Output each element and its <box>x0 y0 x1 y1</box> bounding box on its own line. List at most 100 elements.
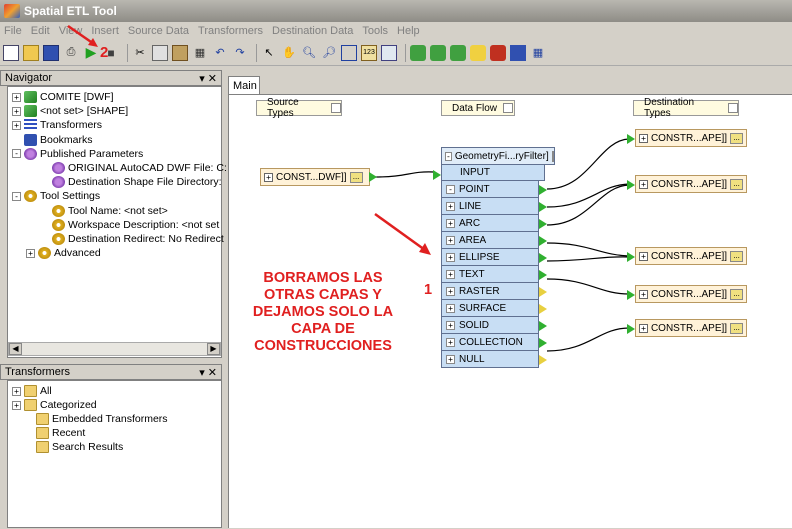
select-icon[interactable]: ↖ <box>261 45 277 61</box>
undo-icon[interactable]: ↶ <box>212 45 228 61</box>
expand-toggle-icon[interactable]: - <box>12 149 21 159</box>
add-reader-icon[interactable] <box>410 44 426 61</box>
bookmark-icon[interactable] <box>510 44 526 61</box>
properties-button[interactable]: ... <box>730 288 743 300</box>
menu-edit[interactable]: Edit <box>31 25 50 37</box>
output-port-icon[interactable] <box>539 270 547 280</box>
transformer-output-port[interactable]: + AREA <box>441 232 539 249</box>
expand-toggle-icon[interactable]: + <box>12 386 21 396</box>
transformers-item[interactable]: Embedded Transformers <box>8 412 168 426</box>
input-port-icon[interactable] <box>627 134 635 144</box>
expand-toggle-icon[interactable]: + <box>12 120 21 130</box>
layout-icon[interactable] <box>381 44 397 61</box>
save-icon[interactable] <box>43 44 59 61</box>
destination-feature-type[interactable]: + CONSTR...APE]]... <box>635 319 747 337</box>
expand-toggle-icon[interactable]: + <box>446 320 455 330</box>
navigator-item[interactable]: Tool Name: <not set> <box>8 204 168 218</box>
navigator-item[interactable]: + COMITE [DWF] <box>8 90 114 104</box>
transformer-icon[interactable] <box>490 44 506 61</box>
copy-icon[interactable] <box>152 44 168 61</box>
navigator-item[interactable]: Destination Shape File Directory: <box>8 175 222 189</box>
input-port-icon[interactable] <box>627 324 635 334</box>
menu-destination-data[interactable]: Destination Data <box>272 25 353 37</box>
transformers-item[interactable]: + Categorized <box>8 398 97 412</box>
input-port-icon[interactable] <box>627 252 635 262</box>
input-port-icon[interactable] <box>433 170 441 180</box>
menu-help[interactable]: Help <box>397 25 420 37</box>
menu-source-data[interactable]: Source Data <box>128 25 189 37</box>
zoom-in-icon[interactable]: 🔍︎ <box>301 45 317 61</box>
navigator-item[interactable]: + <not set> [SHAPE] <box>8 104 128 118</box>
collapse-button[interactable]: - <box>445 151 452 161</box>
menu-transformers[interactable]: Transformers <box>198 25 263 37</box>
expand-toggle-icon[interactable]: + <box>446 354 455 364</box>
transformers-item[interactable]: + All <box>8 384 52 398</box>
destination-feature-type[interactable]: + CONSTR...APE]]... <box>635 129 747 147</box>
navigator-item[interactable]: - Published Parameters <box>8 147 143 161</box>
transformers-item[interactable]: Recent <box>8 426 85 440</box>
redo-icon[interactable]: ↷ <box>232 45 248 61</box>
delete-icon[interactable]: ▦ <box>192 45 208 61</box>
navigator-item[interactable]: + Transformers <box>8 118 102 132</box>
output-port-icon[interactable] <box>539 287 547 297</box>
output-port-icon[interactable] <box>369 172 377 182</box>
add-writer-icon[interactable] <box>430 44 446 61</box>
expand-toggle-icon[interactable]: + <box>12 106 21 116</box>
grid-icon[interactable]: ▦ <box>530 45 546 61</box>
input-port-icon[interactable] <box>627 180 635 190</box>
transformer-output-port[interactable]: + SOLID <box>441 317 539 334</box>
transformer-properties-icon[interactable] <box>551 150 554 162</box>
scroll-left-button[interactable]: ◀ <box>9 343 22 355</box>
geometry-filter-transformer[interactable]: - GeometryFi...ryFilter] INPUT - POINT + LI… <box>441 147 555 368</box>
expand-toggle-icon[interactable]: + <box>12 400 21 410</box>
output-port-icon[interactable] <box>539 338 547 348</box>
transformer-output-port[interactable]: - POINT <box>441 181 539 198</box>
transformers-close-button[interactable]: ▾ ✕ <box>199 366 217 379</box>
scroll-right-button[interactable]: ▶ <box>207 343 220 355</box>
navigator-item[interactable]: - Tool Settings <box>8 189 100 203</box>
transformer-output-port[interactable]: + SURFACE <box>441 300 539 317</box>
properties-button[interactable]: ... <box>349 171 363 183</box>
zoom-extents-icon[interactable] <box>341 44 357 61</box>
transformer-output-port[interactable]: + ARC <box>441 215 539 232</box>
output-port-icon[interactable] <box>539 321 547 331</box>
expand-toggle-icon[interactable]: + <box>446 337 455 347</box>
expand-toggle-icon[interactable]: + <box>26 248 35 258</box>
destination-feature-type[interactable]: + CONSTR...APE]]... <box>635 285 747 303</box>
navigator-scrollbar[interactable]: ◀ ▶ <box>8 342 221 356</box>
expand-toggle-icon[interactable]: + <box>446 286 455 296</box>
expand-button[interactable]: + <box>264 172 273 182</box>
navigator-item[interactable]: Workspace Description: <not set <box>8 218 219 232</box>
expand-toggle-icon[interactable]: + <box>446 235 455 245</box>
new-icon[interactable] <box>3 44 19 61</box>
expand-button[interactable]: + <box>639 323 648 333</box>
add-feature-type-icon[interactable] <box>450 44 466 61</box>
expand-toggle-icon[interactable]: + <box>446 218 455 228</box>
destination-feature-type[interactable]: + CONSTR...APE]]... <box>635 247 747 265</box>
transformer-output-port[interactable]: + LINE <box>441 198 539 215</box>
expand-toggle-icon[interactable]: + <box>446 303 455 313</box>
properties-button[interactable]: ... <box>730 132 743 144</box>
properties-button[interactable]: ... <box>730 178 743 190</box>
navigator-item[interactable]: Bookmarks <box>8 133 93 147</box>
transformers-item[interactable]: Search Results <box>8 440 123 454</box>
output-port-icon[interactable] <box>539 355 547 365</box>
expand-button[interactable]: + <box>639 179 648 189</box>
output-port-icon[interactable] <box>539 219 547 229</box>
pan-icon[interactable]: ✋ <box>281 45 297 61</box>
properties-button[interactable]: ... <box>730 250 743 262</box>
zoom-out-icon[interactable]: 🔎︎ <box>321 45 337 61</box>
expand-button[interactable]: + <box>639 133 648 143</box>
input-port-icon[interactable] <box>627 290 635 300</box>
open-icon[interactable] <box>23 44 39 61</box>
transformer-output-port[interactable]: + TEXT <box>441 266 539 283</box>
output-port-icon[interactable] <box>539 304 547 314</box>
navigator-item[interactable]: ORIGINAL AutoCAD DWF File: C: <box>8 161 227 175</box>
output-port-icon[interactable] <box>539 185 547 195</box>
navigator-close-button[interactable]: ▾ ✕ <box>199 72 217 85</box>
navigator-item[interactable]: + Advanced <box>8 246 101 260</box>
navigator-item[interactable]: Destination Redirect: No Redirect <box>8 232 224 246</box>
expand-toggle-icon[interactable]: - <box>12 191 21 201</box>
paste-icon[interactable] <box>172 44 188 61</box>
destination-feature-type[interactable]: + CONSTR...APE]]... <box>635 175 747 193</box>
